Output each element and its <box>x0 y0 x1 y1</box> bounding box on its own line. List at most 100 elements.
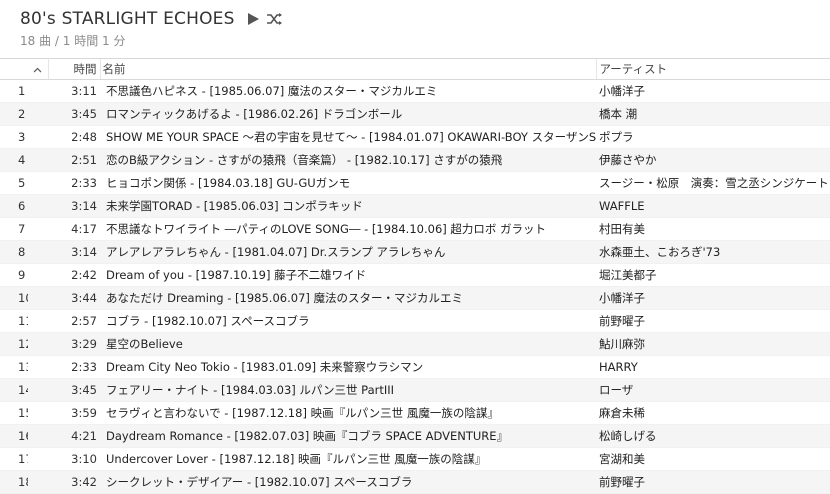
track-list: 1 3:11 不思議色ハピネス - [1985.06.07] 魔法のスター・マジカル… <box>0 79 830 494</box>
row-spacer <box>28 378 48 402</box>
track-artist: 小幡洋子 <box>596 79 830 103</box>
track-number: 18 <box>0 470 28 494</box>
track-name: Daydream Romance - [1982.07.03] 映画『コブラ S… <box>100 424 596 448</box>
track-artist: 堀江美都子 <box>596 263 830 287</box>
table-row[interactable]: 1 3:11 不思議色ハピネス - [1985.06.07] 魔法のスター・マジカル… <box>0 79 830 103</box>
track-number: 8 <box>0 240 28 264</box>
track-name: 未来学園TORAD - [1985.06.03] コンポラキッド <box>100 194 596 218</box>
track-artist: 小幡洋子 <box>596 286 830 310</box>
track-number: 4 <box>0 148 28 172</box>
table-row[interactable]: 7 4:17 不思議なトワイライト ―パティのLOVE SONG― - [1984.… <box>0 217 830 241</box>
track-number: 11 <box>0 309 28 333</box>
column-time-header[interactable]: 時間 <box>48 58 100 80</box>
track-artist: 伊藤さやか <box>596 148 830 172</box>
table-row[interactable]: 4 2:51 恋のB級アクション - さすがの猿飛（音楽篇） - [1982.10.… <box>0 148 830 172</box>
table-row[interactable]: 10 3:44あなただけ Dreaming - [1985.06.07] 魔法のス… <box>0 286 830 310</box>
track-name: コブラ - [1982.10.07] スペースコブラ <box>100 309 596 333</box>
row-spacer <box>28 470 48 494</box>
track-number: 6 <box>0 194 28 218</box>
playlist-title: 80's STARLIGHT ECHOES <box>20 9 235 29</box>
column-name-header[interactable]: 名前 <box>99 58 596 80</box>
track-number: 13 <box>0 355 28 379</box>
playlist-summary: 18 曲 / 1 時間 1 分 <box>20 34 126 48</box>
track-number: 2 <box>0 102 28 126</box>
track-artist: 水森亜土、こおろぎ'73 <box>596 240 830 264</box>
track-artist: 鮎川麻弥 <box>596 332 830 356</box>
track-time: 3:44 <box>48 286 100 310</box>
row-spacer <box>28 217 48 241</box>
table-row[interactable]: 17 3:10Undercover Lover - [1987.12.18] 映画… <box>0 447 830 471</box>
track-artist: 麻倉未稀 <box>596 401 830 425</box>
track-name: フェアリー・ナイト - [1984.03.03] ルパン三世 PartIII <box>100 378 596 402</box>
track-number: 10 <box>0 286 28 310</box>
track-artist: WAFFLE <box>596 194 830 218</box>
track-number: 1 <box>0 79 28 103</box>
playlist-header: 80's STARLIGHT ECHOES 18 曲 / 1 時間 1 分 <box>0 0 830 58</box>
track-time: 3:14 <box>48 194 100 218</box>
track-table: 時間 名前 アーティスト 1 3:11 不思議色ハピネス - [1985.06.07… <box>0 58 830 494</box>
table-row[interactable]: 15 3:59セラヴィと言わないで - [1987.12.18] 映画『ルパン三世… <box>0 401 830 425</box>
track-name: ロマンティックあげるよ - [1986.02.26] ドラゴンボール <box>100 102 596 126</box>
table-row[interactable]: 3 2:48 SHOW ME YOUR SPACE 〜君の宇宙を見せて〜 - [19… <box>0 125 830 149</box>
track-time: 4:17 <box>48 217 100 241</box>
track-number: 14 <box>0 378 28 402</box>
track-name: Dream of you - [1987.10.19] 藤子不二雄ワイド <box>100 263 596 287</box>
track-number: 3 <box>0 125 28 149</box>
table-row[interactable]: 16 4:21Daydream Romance - [1982.07.03] 映画… <box>0 424 830 448</box>
table-row[interactable]: 6 3:14 未来学園TORAD - [1985.06.03] コンポラキッド WAF… <box>0 194 830 218</box>
track-name: アレアレアラレちゃん - [1981.04.07] Dr.スランプ アラレちゃん <box>100 240 596 264</box>
track-name: 恋のB級アクション - さすがの猿飛（音楽篇） - [1982.10.17] さ… <box>100 148 596 172</box>
table-row[interactable]: 12 3:29星空のBelieve鮎川麻弥 <box>0 332 830 356</box>
table-row[interactable]: 9 2:42 Dream of you - [1987.10.19] 藤子不二雄ワイ… <box>0 263 830 287</box>
shuffle-icon[interactable] <box>265 9 285 29</box>
track-time: 3:45 <box>48 378 100 402</box>
track-name: 星空のBelieve <box>100 332 596 356</box>
row-spacer <box>28 171 48 195</box>
row-spacer <box>28 355 48 379</box>
track-number: 9 <box>0 263 28 287</box>
row-spacer <box>28 240 48 264</box>
row-spacer <box>28 148 48 172</box>
row-spacer <box>28 309 48 333</box>
track-artist: ポプラ <box>596 125 830 149</box>
track-time: 3:14 <box>48 240 100 264</box>
row-spacer <box>28 424 48 448</box>
row-spacer <box>28 79 48 103</box>
table-row[interactable]: 8 3:14 アレアレアラレちゃん - [1981.04.07] Dr.スランプ ア… <box>0 240 830 264</box>
track-time: 3:42 <box>48 470 100 494</box>
column-number-header[interactable] <box>0 58 28 80</box>
track-name: シークレット・デザイアー - [1982.10.07] スペースコブラ <box>100 470 596 494</box>
chevron-up-icon[interactable] <box>33 62 42 76</box>
row-spacer <box>28 102 48 126</box>
track-artist: 前野曜子 <box>596 309 830 333</box>
track-artist: 宮湖和美 <box>596 447 830 471</box>
track-name: Dream City Neo Tokio - [1983.01.09] 未来警察… <box>100 355 596 379</box>
row-spacer <box>28 194 48 218</box>
table-row[interactable]: 5 2:33 ヒョコポン関係 - [1984.03.18] GU-GUガンモ スージー… <box>0 171 830 195</box>
track-time: 2:33 <box>48 171 100 195</box>
table-row[interactable]: 11 2:57コブラ - [1982.10.07] スペースコブラ前野曜子 <box>0 309 830 333</box>
track-time: 2:51 <box>48 148 100 172</box>
column-artist-header[interactable]: アーティスト <box>595 58 830 80</box>
table-row[interactable]: 18 3:42シークレット・デザイアー - [1982.10.07] スペースコブ… <box>0 470 830 494</box>
row-spacer <box>28 125 48 149</box>
track-number: 15 <box>0 401 28 425</box>
track-time: 2:57 <box>48 309 100 333</box>
play-icon[interactable] <box>243 9 263 29</box>
track-artist: 松崎しげる <box>596 424 830 448</box>
row-spacer <box>28 332 48 356</box>
track-time: 3:29 <box>48 332 100 356</box>
sort-toggle[interactable] <box>28 58 49 80</box>
track-name: あなただけ Dreaming - [1985.06.07] 魔法のスター・マジカ… <box>100 286 596 310</box>
track-artist: スージー・松原 演奏：雪之丞シンジケート <box>596 171 830 195</box>
track-time: 3:10 <box>48 447 100 471</box>
table-row[interactable]: 13 2:33Dream City Neo Tokio - [1983.01.09… <box>0 355 830 379</box>
row-spacer <box>28 263 48 287</box>
row-spacer <box>28 401 48 425</box>
track-time: 2:42 <box>48 263 100 287</box>
row-spacer <box>28 447 48 471</box>
track-number: 7 <box>0 217 28 241</box>
table-row[interactable]: 2 3:45 ロマンティックあげるよ - [1986.02.26] ドラゴンボール橋… <box>0 102 830 126</box>
table-row[interactable]: 14 3:45フェアリー・ナイト - [1984.03.03] ルパン三世 Par… <box>0 378 830 402</box>
track-time: 4:21 <box>48 424 100 448</box>
